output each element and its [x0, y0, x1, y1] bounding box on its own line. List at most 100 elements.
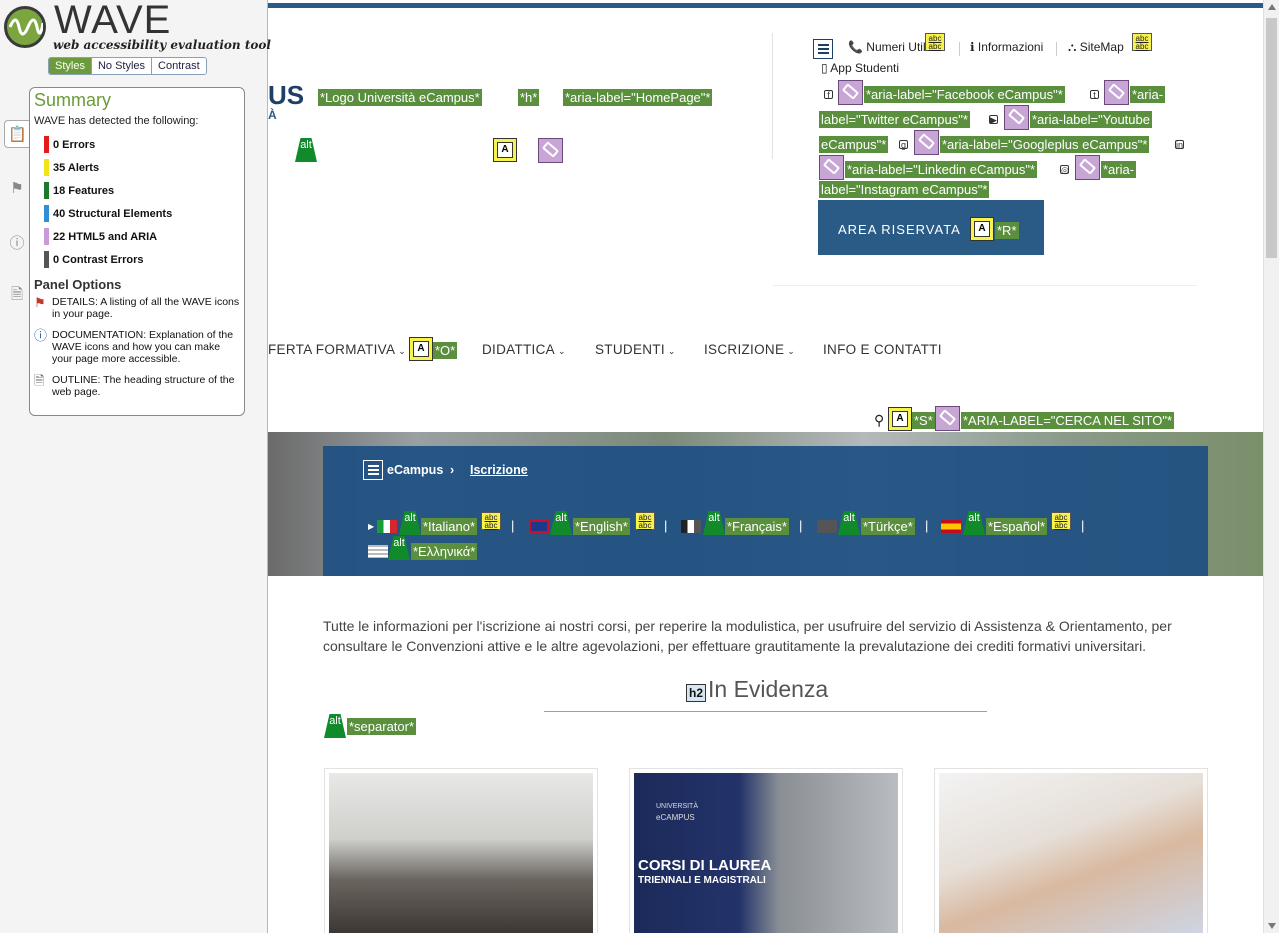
abc-icon: abc abc: [1132, 33, 1152, 51]
no-styles-toggle[interactable]: No Styles: [90, 58, 152, 74]
summary-row-structure[interactable]: 40 Structural Elements: [34, 202, 240, 225]
page-scrollbar[interactable]: [1263, 0, 1279, 933]
option-text: DETAILS: A listing of all the WAVE icons…: [52, 296, 240, 320]
aria-tag-icon: [914, 130, 939, 155]
flag-spain-icon: [941, 520, 961, 533]
search-accesskey-label: *S*: [912, 412, 935, 429]
informazioni-link[interactable]: ℹ Informazioni: [970, 40, 1043, 54]
option-documentation[interactable]: ⓘ DOCUMENTATION: Explanation of the WAVE…: [34, 329, 240, 366]
twitter-icon[interactable]: t: [1090, 90, 1099, 100]
site-logo[interactable]: US: [268, 80, 304, 111]
lang-separator: |: [925, 518, 929, 533]
nav-separator: [959, 42, 960, 56]
aria-tag-icon: [1075, 155, 1100, 180]
summary-title: Summary: [34, 90, 112, 110]
wave-logo: WAVE web accessibility evaluation tool: [4, 0, 271, 52]
menu-iscrizione[interactable]: ISCRIZIONE ⌄: [704, 342, 795, 357]
lang-english[interactable]: *English*: [573, 518, 630, 535]
summary-bar: [44, 159, 49, 176]
nav-separator: [1056, 42, 1057, 56]
contrast-toggle[interactable]: Contrast: [151, 58, 206, 74]
youtube-icon[interactable]: ▶: [989, 115, 998, 125]
form-image: [939, 773, 1203, 933]
wave-sidebar: WAVE web accessibility evaluation tool S…: [0, 0, 271, 933]
phone-icon: 📞: [848, 40, 863, 54]
accesskey-icon: A: [493, 138, 517, 162]
outline-tab[interactable]: 🗎: [4, 282, 30, 310]
info-icon: ⓘ: [9, 234, 25, 252]
scroll-up-icon[interactable]: [1268, 4, 1276, 10]
summary-row-features[interactable]: 18 Features: [34, 179, 240, 202]
wave-logo-icon: [4, 6, 46, 48]
app-studenti-link[interactable]: ▯ App Studenti: [821, 61, 899, 75]
option-text: DOCUMENTATION: Explanation of the WAVE i…: [52, 329, 234, 365]
option-text: OUTLINE: The heading structure of the we…: [52, 374, 235, 398]
chevron-down-icon: ⌄: [667, 346, 676, 356]
summary-bar: [44, 205, 49, 222]
scroll-down-icon[interactable]: [1268, 923, 1276, 929]
card-students-photo[interactable]: [324, 768, 598, 933]
corsi-image: UNIVERSITÀ eCAMPUS CORSI DI LAUREA TRIEN…: [634, 773, 898, 933]
breadcrumb-home[interactable]: eCampus: [387, 463, 443, 477]
summary-row-aria[interactable]: 22 HTML5 and ARIA: [34, 225, 240, 248]
linkedin-icon[interactable]: in: [1175, 140, 1184, 150]
menu-didattica[interactable]: DIDATTICA ⌄: [482, 342, 566, 357]
breadcrumb-current[interactable]: Iscrizione: [470, 463, 528, 477]
documentation-tab[interactable]: ⓘ: [4, 228, 30, 256]
hero-banner: eCampus › Iscrizione ▶ alt *Italiano* ab…: [268, 432, 1263, 576]
logo-label: *Logo Università eCampus*: [318, 89, 482, 106]
homepage-label: *aria-label="HomePage"*: [563, 89, 713, 106]
page-viewport: US À *Logo Università eCampus* *h* *aria…: [268, 0, 1279, 933]
scroll-thumb[interactable]: [1266, 18, 1277, 258]
caret-right-icon: ▶: [368, 522, 375, 531]
summary-row-errors[interactable]: 0 Errors: [34, 133, 240, 156]
option-details[interactable]: ⚑ DETAILS: A listing of all the WAVE ico…: [34, 295, 240, 321]
linkedin-aria-label: *aria-label="Linkedin eCampus"*: [845, 161, 1038, 178]
details-tab[interactable]: ⚑: [4, 174, 30, 202]
panel-options-title: Panel Options: [34, 277, 122, 292]
search-icon[interactable]: ⚲: [874, 412, 884, 429]
lang-separator: |: [511, 518, 515, 533]
corsi-title-text: CORSI DI LAUREA: [638, 857, 772, 874]
card-form-photo[interactable]: [934, 768, 1208, 933]
students-image: [329, 773, 593, 933]
lang-turkce[interactable]: *Türkçe*: [861, 518, 915, 535]
h2-badge-icon: h2: [686, 684, 706, 702]
flag-turkey-icon: [817, 520, 837, 533]
corsi-ecampus-text: eCAMPUS: [656, 813, 695, 822]
summary-panel: Summary WAVE has detected the following:…: [29, 87, 245, 416]
wave-logo-tagline: web accessibility evaluation tool: [53, 38, 271, 52]
wave-logo-name: WAVE: [54, 0, 172, 42]
flag-icon: ⚑: [34, 295, 46, 310]
facebook-icon[interactable]: f: [824, 90, 833, 100]
instagram-icon[interactable]: ◎: [1060, 165, 1069, 175]
googleplus-icon[interactable]: g: [899, 140, 908, 150]
abc-icon: abc abc: [635, 512, 655, 530]
menu-studenti[interactable]: STUDENTI ⌄: [595, 342, 676, 357]
lang-italiano[interactable]: *Italiano*: [421, 518, 478, 535]
summary-label: 0 Errors: [53, 138, 96, 151]
menu-info-contatti[interactable]: INFO E CONTATTI: [823, 342, 942, 357]
summary-tab[interactable]: 📋: [4, 120, 30, 148]
lang-greek[interactable]: *Ελληνικά*: [411, 543, 478, 560]
numeri-utili-link[interactable]: 📞 Numeri Utili: [848, 40, 928, 54]
lang-espanol[interactable]: *Español*: [986, 518, 1048, 535]
aria-tag-icon: [538, 138, 563, 163]
chevron-down-icon: ⌄: [787, 346, 796, 356]
styles-toggle[interactable]: Styles: [49, 58, 91, 74]
flag-france-icon: [681, 520, 701, 533]
list-icon: [813, 39, 833, 59]
summary-row-alerts[interactable]: 35 Alerts: [34, 156, 240, 179]
lang-francais[interactable]: *Français*: [725, 518, 789, 535]
menu-offerta-formativa[interactable]: FERTA FORMATIVA ⌄: [268, 342, 406, 357]
summary-row-contrast[interactable]: 0 Contrast Errors: [34, 248, 240, 271]
header-divider: [772, 33, 773, 159]
abc-icon: abc abc: [1051, 512, 1071, 530]
card-corsi-photo[interactable]: UNIVERSITÀ eCAMPUS CORSI DI LAUREA TRIEN…: [629, 768, 903, 933]
corsi-subtitle-text: TRIENNALI E MAGISTRALI: [638, 875, 766, 886]
instagram-aria-label-2: label="Instagram eCampus"*: [819, 181, 990, 198]
accesskey-icon: A: [888, 407, 912, 431]
option-outline[interactable]: 🗎 OUTLINE: The heading structure of the …: [34, 374, 240, 399]
sitemap-link[interactable]: ⛬ SiteMap: [1068, 40, 1124, 55]
chevron-down-icon: ⌄: [557, 346, 566, 356]
